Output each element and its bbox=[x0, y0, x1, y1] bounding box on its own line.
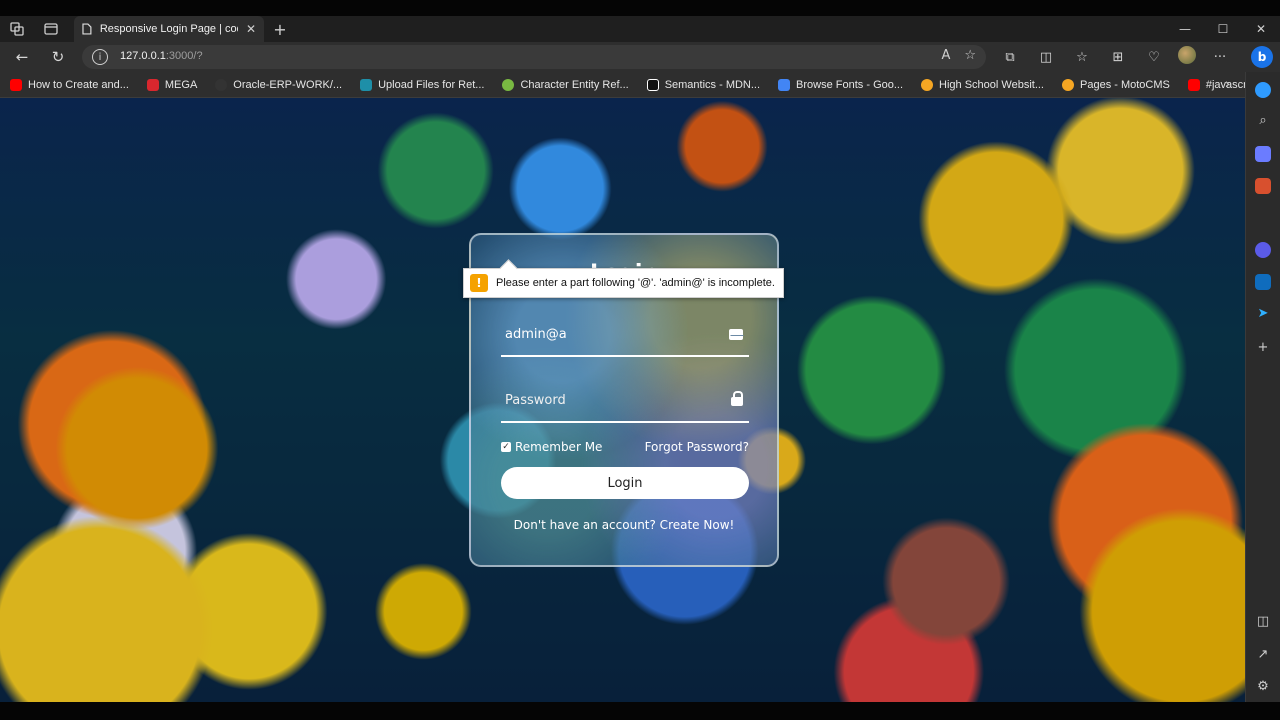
tab-active[interactable]: Responsive Login Page | codewit ✕ bbox=[74, 16, 264, 42]
google-fonts-icon bbox=[778, 78, 791, 91]
address-bar[interactable]: i 127.0.0.1:3000/? A ☆ bbox=[82, 45, 986, 69]
email-field bbox=[501, 321, 749, 357]
mega-icon bbox=[146, 78, 159, 91]
url-text: 127.0.0.1:3000/? bbox=[120, 50, 203, 62]
motocms-icon bbox=[921, 78, 934, 91]
navigation-bar: ← ↻ i 127.0.0.1:3000/? A ☆ ⧉ ◫ ☆ ⊞ ♡ ··· bbox=[0, 42, 1280, 72]
remember-checkbox[interactable]: ✓ bbox=[501, 442, 511, 452]
maximize-button[interactable]: ☐ bbox=[1204, 16, 1242, 42]
split-screen-icon[interactable]: ◫ bbox=[1034, 46, 1058, 68]
bookmark-item[interactable]: Oracle-ERP-WORK/... bbox=[215, 78, 342, 91]
favorite-star-icon[interactable]: ☆ bbox=[964, 48, 976, 63]
outlook-icon[interactable] bbox=[1255, 274, 1271, 290]
read-aloud-icon[interactable]: A bbox=[941, 48, 950, 63]
remember-label: Remember Me bbox=[515, 440, 603, 454]
plus-icon[interactable]: + bbox=[1255, 340, 1271, 356]
edge-sidebar: ⌕ ➤ + ◫ ↗ ⚙ bbox=[1245, 72, 1280, 702]
bookmark-item[interactable]: Character Entity Ref... bbox=[502, 78, 629, 91]
site-info-icon[interactable]: i bbox=[92, 49, 108, 65]
toolbar-right: ⧉ ◫ ☆ ⊞ ♡ ··· bbox=[998, 46, 1232, 68]
bookmark-item[interactable]: Browse Fonts - Goo... bbox=[778, 78, 903, 91]
forgot-password-link[interactable]: Forgot Password? bbox=[645, 440, 749, 454]
tag-icon[interactable] bbox=[1255, 146, 1271, 162]
minimize-button[interactable]: — bbox=[1166, 16, 1204, 42]
workspaces-icon[interactable] bbox=[0, 16, 34, 42]
check-icon bbox=[502, 78, 515, 91]
more-menu-icon[interactable]: ··· bbox=[1208, 46, 1232, 68]
tab-close-icon[interactable]: ✕ bbox=[246, 22, 256, 36]
collections-icon[interactable]: ⊞ bbox=[1106, 46, 1130, 68]
edge-icon[interactable] bbox=[1255, 242, 1271, 258]
bookmark-item[interactable]: High School Websit... bbox=[921, 78, 1044, 91]
external-link-icon[interactable]: ↗ bbox=[1255, 647, 1271, 663]
bing-chat-icon[interactable]: b bbox=[1251, 46, 1273, 68]
validation-tooltip: ! Please enter a part following '@'. 'ad… bbox=[463, 268, 784, 298]
extensions-icon[interactable]: ⧉ bbox=[998, 46, 1022, 68]
search-icon[interactable]: ⌕ bbox=[1255, 113, 1271, 129]
warning-icon: ! bbox=[470, 274, 488, 292]
password-input[interactable] bbox=[505, 393, 715, 408]
options-row: ✓ Remember Me Forgot Password? bbox=[501, 440, 749, 454]
tab-title: Responsive Login Page | codewit bbox=[99, 23, 238, 35]
validation-message: Please enter a part following '@'. 'admi… bbox=[496, 277, 775, 289]
lock-icon bbox=[731, 391, 743, 406]
password-field bbox=[501, 387, 749, 423]
register-link[interactable]: Don't have an account? Create Now! bbox=[471, 518, 777, 532]
chevron-right-icon[interactable]: › bbox=[1225, 77, 1230, 92]
send-icon[interactable]: ➤ bbox=[1255, 306, 1271, 322]
envelope-icon bbox=[729, 329, 744, 340]
url-host: 127.0.0.1 bbox=[120, 50, 166, 62]
window-controls: — ☐ ✕ bbox=[1166, 16, 1280, 42]
remember-me[interactable]: ✓ Remember Me bbox=[501, 440, 602, 454]
toolbox-icon[interactable] bbox=[1255, 178, 1271, 194]
back-icon[interactable]: ← bbox=[10, 46, 34, 68]
performance-icon[interactable]: ♡ bbox=[1142, 46, 1166, 68]
github-icon bbox=[215, 78, 228, 91]
layout-icon[interactable]: ◫ bbox=[1255, 614, 1271, 630]
youtube-icon bbox=[1187, 78, 1200, 91]
bookmark-item[interactable]: MEGA bbox=[146, 78, 197, 91]
url-path: :3000/? bbox=[165, 50, 203, 62]
bottom-band bbox=[0, 702, 1280, 720]
bookmark-item[interactable]: Semantics - MDN... bbox=[646, 78, 760, 91]
upload-icon bbox=[360, 78, 373, 91]
avatar[interactable] bbox=[1178, 46, 1196, 64]
motocms-icon bbox=[1062, 78, 1074, 91]
mdn-icon bbox=[646, 78, 659, 91]
tab-actions-icon[interactable] bbox=[34, 16, 68, 42]
bell-icon[interactable] bbox=[1255, 82, 1271, 98]
refresh-icon[interactable]: ↻ bbox=[46, 46, 70, 68]
page-background: Login ✓ Remember Me Forgot Password? Log… bbox=[0, 98, 1245, 702]
login-button[interactable]: Login bbox=[501, 467, 749, 499]
bookmark-item[interactable]: How to Create and... bbox=[10, 78, 129, 91]
bookmark-item[interactable]: Pages - MotoCMS bbox=[1062, 78, 1170, 91]
close-window-button[interactable]: ✕ bbox=[1242, 16, 1280, 42]
top-band bbox=[0, 0, 1280, 16]
page-icon bbox=[82, 23, 92, 35]
favorites-icon[interactable]: ☆ bbox=[1070, 46, 1094, 68]
settings-icon[interactable]: ⚙ bbox=[1255, 679, 1271, 695]
new-tab-button[interactable]: + bbox=[270, 16, 290, 42]
bookmarks-bar: How to Create and... MEGA Oracle-ERP-WOR… bbox=[0, 72, 1280, 98]
bookmark-item[interactable]: Upload Files for Ret... bbox=[360, 78, 484, 91]
email-input[interactable] bbox=[505, 327, 715, 342]
youtube-icon bbox=[10, 78, 22, 91]
